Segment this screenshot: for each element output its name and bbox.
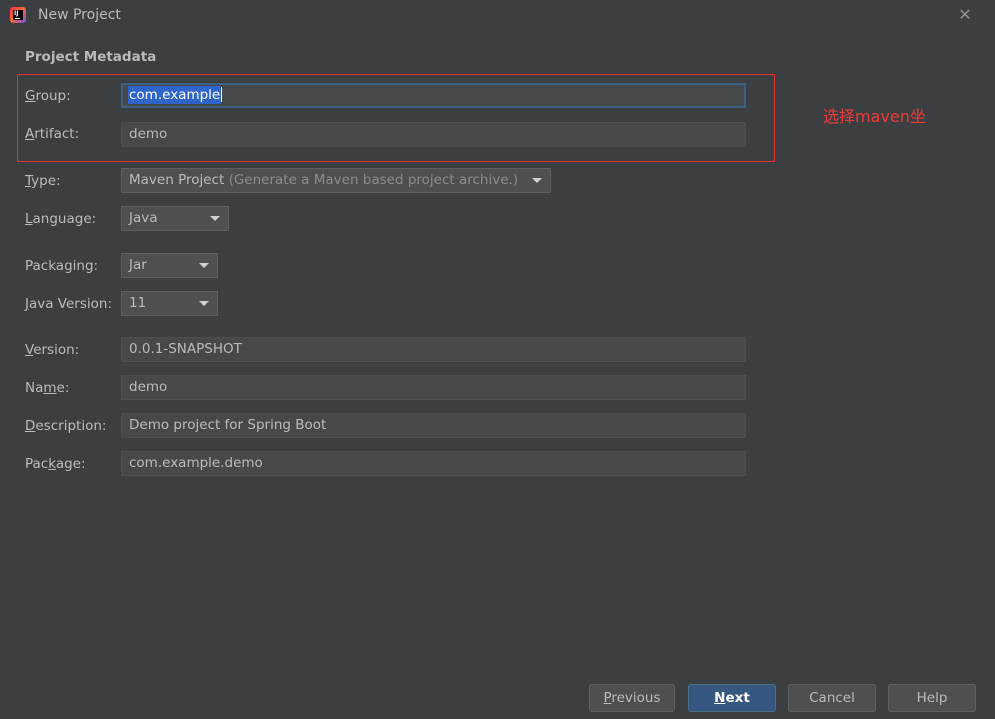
previous-button[interactable]: Previous	[589, 684, 675, 712]
chevron-down-icon	[199, 301, 209, 306]
title-bar: IJ New Project ✕	[0, 0, 995, 32]
java-version-select[interactable]: 11	[121, 291, 218, 316]
name-field[interactable]: demo	[121, 375, 746, 400]
intellij-logo-icon: IJ	[10, 7, 26, 23]
packaging-select[interactable]: Jar	[121, 253, 218, 278]
group-field[interactable]: com.example	[121, 83, 746, 108]
version-field[interactable]: 0.0.1-SNAPSHOT	[121, 337, 746, 362]
help-button[interactable]: Help	[888, 684, 976, 712]
group-label: Group:	[25, 88, 71, 104]
chevron-down-icon	[532, 178, 542, 183]
name-label: Name:	[25, 380, 70, 396]
type-select[interactable]: Maven Project (Generate a Maven based pr…	[121, 168, 551, 193]
package-label: Package:	[25, 456, 86, 472]
annotation-text: 选择maven坐	[823, 107, 926, 126]
artifact-label: Artifact:	[25, 126, 80, 142]
next-button[interactable]: Next	[688, 684, 776, 712]
chevron-down-icon	[210, 216, 220, 221]
type-label: Type:	[25, 173, 61, 189]
description-label: Description:	[25, 418, 107, 434]
cancel-button[interactable]: Cancel	[788, 684, 876, 712]
language-select[interactable]: Java	[121, 206, 229, 231]
language-label: Language:	[25, 211, 97, 227]
chevron-down-icon	[199, 263, 209, 268]
description-field[interactable]: Demo project for Spring Boot	[121, 413, 746, 438]
close-icon[interactable]: ✕	[955, 5, 975, 25]
packaging-label: Packaging:	[25, 258, 99, 274]
section-title: Project Metadata	[25, 49, 157, 65]
text-caret	[221, 87, 223, 102]
window-title: New Project	[38, 7, 121, 23]
package-field[interactable]: com.example.demo	[121, 451, 746, 476]
artifact-field[interactable]: demo	[121, 122, 746, 147]
version-label: Version:	[25, 342, 80, 358]
java-version-label: Java Version:	[25, 296, 113, 312]
